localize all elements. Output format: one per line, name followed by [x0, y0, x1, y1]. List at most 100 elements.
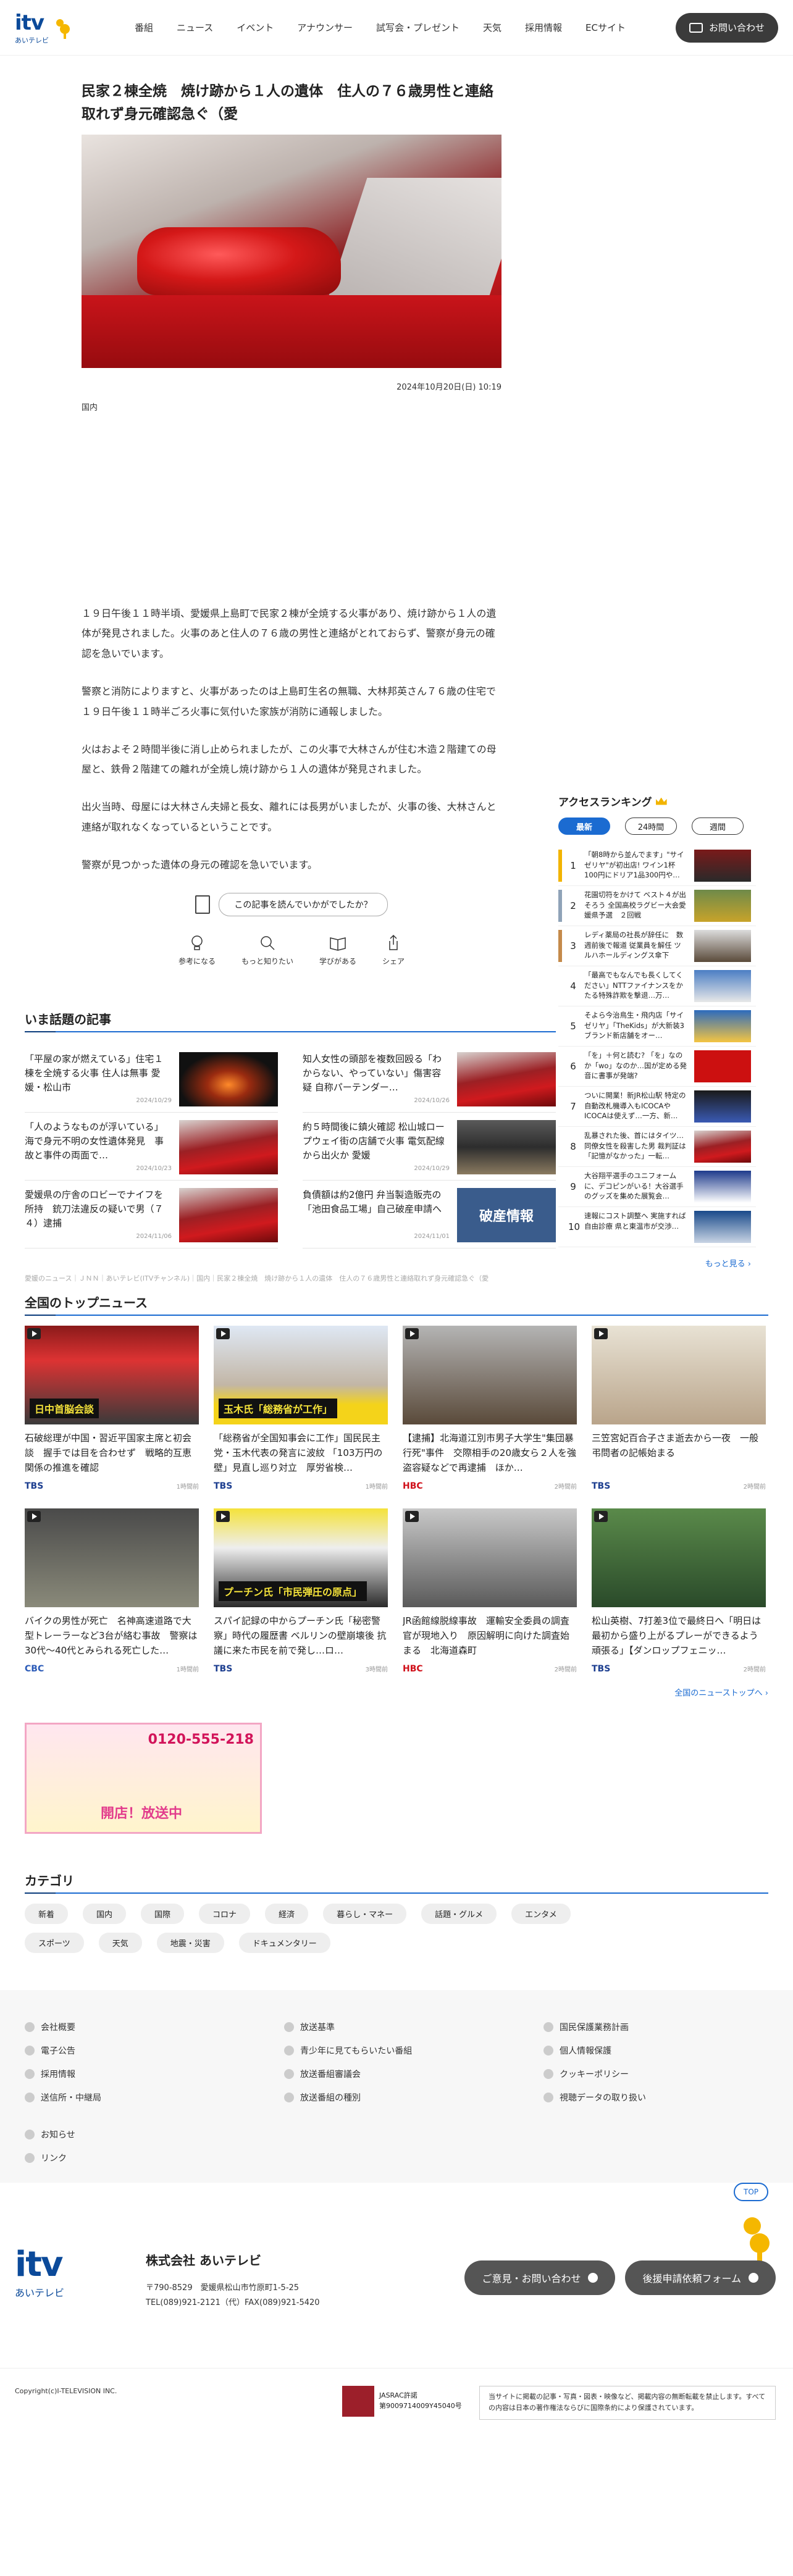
topnews-thumbnail — [25, 1508, 199, 1607]
ranking-thumbnail — [694, 850, 751, 882]
topnews-thumbnail — [403, 1325, 577, 1424]
topnews-card[interactable]: バイクの男性が死亡 名神高速道路で大型トレーラーなど3台が絡む事故 警察は30代… — [25, 1508, 199, 1674]
trending-title: 愛媛県の庁舎のロビーでナイフを所持 銃刀法違反の疑いで男（７４）逮捕 — [25, 1189, 164, 1229]
ranking-item[interactable]: 3 レディ薬局の社長が辞任に 数週前後で報道 従業員を解任 ツルハホールディングス… — [558, 926, 756, 966]
footer-link[interactable]: 会社概要 — [25, 2021, 284, 2033]
ranking-thumbnail — [694, 890, 751, 922]
tab-latest[interactable]: 最新 — [558, 818, 610, 835]
footer-link[interactable]: 放送番組審議会 — [284, 2068, 543, 2080]
feedback-share-button[interactable]: シェア — [382, 934, 405, 966]
feedback-box: この記事を読んでいかがでしたか？ 参考になる もっと知りたい 学びがある シェア — [82, 892, 501, 966]
trending-item[interactable]: 約５時間後に鎮火確認 松山城ロープウェイ街の店舗で火事 電気配線から出火か 愛媛… — [303, 1113, 556, 1181]
footer-logo-sub: あいテレビ — [15, 2286, 65, 2299]
article-category[interactable]: 国内 — [82, 401, 501, 412]
play-icon — [405, 1328, 419, 1339]
footer-link[interactable]: 個人情報保護 — [543, 2044, 766, 2057]
ranking-item[interactable]: 2 花園切符をかけて ベスト４が出そろう 全国高校ラグビー大会愛媛県予選 ２回戦 — [558, 886, 756, 926]
topnews-more-link[interactable]: 全国のニューストップへ › — [25, 1686, 768, 1698]
category-pill[interactable]: 国内 — [83, 1903, 127, 1924]
footer-link[interactable]: 採用情報 — [25, 2068, 284, 2080]
nav-programs[interactable]: 番組 — [135, 21, 153, 34]
rank-bar — [558, 850, 562, 882]
trending-item[interactable]: 「平屋の家が燃えている」住宅１棟を全焼する火事 住人は無事 愛媛・松山市 2024… — [25, 1045, 278, 1113]
contact-button[interactable]: お問い合わせ — [675, 12, 778, 43]
ranking-item[interactable]: 10 速報にコスト調整へ 実施すれば自由診療 県と東温市が交渉… — [558, 1207, 756, 1247]
footer-link[interactable]: 視聴データの取り扱い — [543, 2091, 766, 2104]
trending-date: 2024/10/29 — [136, 1097, 172, 1105]
footer-link-links[interactable]: リンク — [25, 2152, 768, 2164]
trending-item[interactable]: 「人のようなものが浮いている」海で身元不明の女性遺体発見 事故と事件の両面で… 2… — [25, 1113, 278, 1181]
trending-item[interactable]: 負債額は約2億円 弁当製造販売の「池田食品工場」自己破産申請へ 2024/11/0… — [303, 1181, 556, 1248]
topnews-card[interactable]: 玉木氏「総務省が工作」 「総務省が全国知事会に工作」国民民主党・玉木代表の発言に波… — [214, 1325, 388, 1491]
topnews-card[interactable]: 日中首脳会談 石破総理が中国・習近平国家主席と初会談 握手では目を合わせず 戦略的… — [25, 1325, 199, 1491]
ranking-item[interactable]: 8 乱暴された後、首にはタイツ…同僚女性を殺害した男 裁判証は「記憶がなかった」一… — [558, 1127, 756, 1167]
footer-link-label: リンク — [41, 2153, 67, 2164]
ranking-item[interactable]: 9 大谷翔平選手のユニフォームに、デコピンがいる！大谷選手のグッズを集めた展覧会… — [558, 1167, 756, 1207]
footer-link[interactable]: 青少年に見てもらいたい番組 — [284, 2044, 543, 2057]
ranking-item[interactable]: 6 「を」＋何と読む? 「を」なのか「wo」なのか…国が定める発音に書事が発端? — [558, 1047, 756, 1087]
topnews-card[interactable]: 松山英樹、7打差3位で最終日へ「明日は最初から盛り上がるプレーができるよう頑張る… — [592, 1508, 766, 1674]
category-pill[interactable]: 経済 — [265, 1903, 309, 1924]
nav-weather[interactable]: 天気 — [483, 21, 501, 34]
topnews-card[interactable]: 三笠宮妃百合子さま逝去から一夜 一般弔問者の記帳始まる TBS 2時間前 — [592, 1325, 766, 1491]
trending-item[interactable]: 愛媛県の庁舎のロビーでナイフを所持 銃刀法違反の疑いで男（７４）逮捕 2024/1… — [25, 1181, 278, 1248]
ranking-item[interactable]: 7 ついに開業！新JR松山駅 特定の自動改札機導入もICOCAやICOCAは使えず… — [558, 1087, 756, 1127]
bullet-icon — [25, 2045, 35, 2055]
jasrac-number: 第9009714009Y45040号 — [379, 2401, 462, 2410]
footer-link-label: クッキーポリシー — [560, 2069, 629, 2080]
tab-weekly[interactable]: 週間 — [692, 818, 744, 835]
footer-link[interactable]: 放送番組の種別 — [284, 2091, 543, 2104]
feedback-more-button[interactable]: もっと知りたい — [241, 934, 293, 966]
ranking-item[interactable]: 4 「最高でもなんでも長くしてください」NTTファイナンスをかたる特殊詐欺を撃退…… — [558, 966, 756, 1006]
topnews-card[interactable]: プーチン氏「市民弾圧の原点」 スパイ記録の中からプーチン氏「秘密警察」時代の履歴書… — [214, 1508, 388, 1674]
sponsorship-form-button[interactable]: 後援申請依頼フォーム — [625, 2260, 776, 2295]
ranking-item[interactable]: 1 「朝8時から並んでます」"サイゼリヤ"が初出店! ワイン1杯100円にドリア1… — [558, 846, 756, 886]
category-pill[interactable]: 天気 — [98, 1932, 142, 1953]
footer-link[interactable]: 放送基準 — [284, 2021, 543, 2033]
footer-link[interactable]: 国民保護業務計画 — [543, 2021, 766, 2033]
category-pill[interactable]: スポーツ — [25, 1932, 84, 1953]
back-to-top-button[interactable]: TOP — [734, 2182, 768, 2201]
nav-presents[interactable]: 試写会・プレゼント — [376, 21, 459, 34]
nav-events[interactable]: イベント — [237, 21, 274, 34]
footer-link-news[interactable]: お知らせ — [25, 2128, 768, 2141]
category-pill[interactable]: 地震・災害 — [156, 1932, 224, 1953]
nav-news[interactable]: ニュース — [177, 21, 213, 34]
trending-item-text: 「人のようなものが浮いている」海で身元不明の女性遺体発見 事故と事件の両面で… 2… — [25, 1120, 172, 1173]
nav-announcers[interactable]: アナウンサー — [297, 21, 353, 34]
tab-24h[interactable]: 24時間 — [625, 818, 677, 835]
breadcrumb[interactable]: 愛媛のニュース｜ＪＮＮ｜あいテレビ(ITVチャンネル)｜国内｜民家２棟全焼 焼け… — [25, 1273, 556, 1283]
footer-link-label: 放送基準 — [300, 2022, 335, 2033]
article-paragraph: 火はおよそ２時間半後に消し止められましたが、この火事で大林さんが住む木造２階建て… — [82, 743, 497, 776]
contact-label: お問い合わせ — [708, 22, 765, 33]
footer-link[interactable]: クッキーポリシー — [543, 2068, 766, 2080]
category-pill[interactable]: 暮らし・マネー — [323, 1903, 407, 1924]
arrow-circle-icon — [588, 2272, 598, 2283]
category-pill[interactable]: 国際 — [141, 1903, 185, 1924]
promo-banner[interactable]: 0120-555-218 開店！放送中 — [25, 1722, 262, 1834]
category-heading: カテゴリ — [25, 1871, 768, 1894]
trending-item[interactable]: 知人女性の頭部を複数回殴る「わからない、やっていない」傷害容疑 自称パーテンダー… — [303, 1045, 556, 1113]
site-logo[interactable]: itv あいテレビ — [15, 10, 114, 45]
feedback-learn-button[interactable]: 学びがある — [319, 934, 356, 966]
category-pill[interactable]: エンタメ — [511, 1903, 571, 1924]
topnews-meta: TBS 2時間前 — [592, 1481, 766, 1491]
footer-link[interactable]: 送信所・中継局 — [25, 2091, 284, 2104]
bullet-icon — [25, 2152, 35, 2163]
trending-date: 2024/11/06 — [136, 1233, 172, 1240]
ranking-more-link[interactable]: もっと見る › — [558, 1257, 756, 1269]
ranking-item[interactable]: 5 そよら今治鳥生・飛内店「サイゼリヤ」「TheKids」が大新装3ブランド新店舗… — [558, 1006, 756, 1047]
category-pill[interactable]: ドキュメンタリー — [238, 1932, 330, 1953]
banner-phone: 0120-555-218 — [148, 1731, 254, 1747]
nav-ec-site[interactable]: ECサイト — [585, 21, 626, 34]
category-pill[interactable]: 新着 — [25, 1903, 69, 1924]
footer-logo[interactable]: itv あいテレビ — [15, 2244, 64, 2299]
topnews-card[interactable]: 【逮捕】北海道江別市男子大学生"集団暴行死"事件 交際相手の20歳女ら２人を強盗… — [403, 1325, 577, 1491]
category-pill[interactable]: コロナ — [199, 1903, 251, 1924]
feedback-contact-button[interactable]: ご意見・お問い合わせ — [464, 2260, 616, 2295]
topnews-card[interactable]: JR函館線脱線事故 運輸安全委員の調査官が現地入り 原因解明に向けた調査始まる … — [403, 1508, 577, 1674]
category-pill[interactable]: 話題・グルメ — [421, 1903, 497, 1924]
nav-recruit[interactable]: 採用情報 — [525, 21, 562, 34]
feedback-helpful-button[interactable]: 参考になる — [178, 934, 216, 966]
footer-link[interactable]: 電子公告 — [25, 2044, 284, 2057]
